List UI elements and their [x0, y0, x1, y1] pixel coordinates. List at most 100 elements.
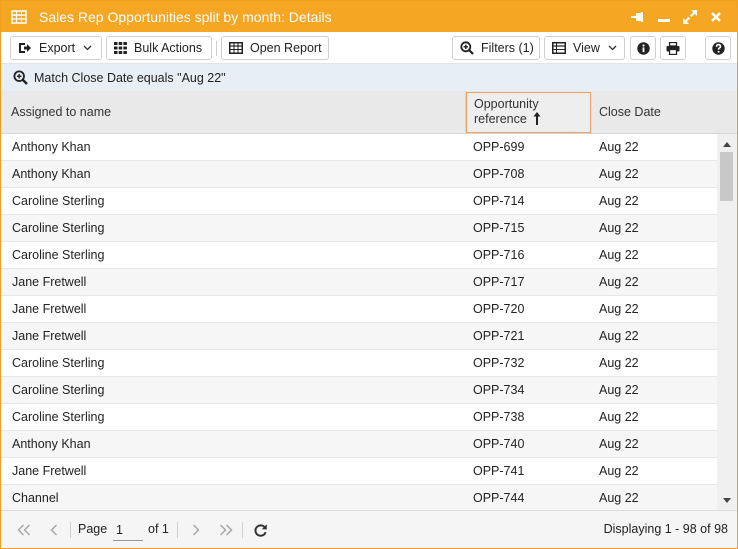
- sort-ascending-icon: [533, 111, 541, 129]
- close-icon[interactable]: [703, 1, 729, 32]
- table-row[interactable]: Anthony Khan OPP-740 Aug 22: [1, 431, 717, 458]
- opportunity-reference-cell: OPP-734: [473, 383, 525, 397]
- assigned-to-name-cell: Caroline Sterling: [12, 383, 105, 397]
- opportunity-reference-cell: OPP-741: [473, 464, 525, 478]
- chevron-down-icon: [608, 45, 617, 51]
- filters-button[interactable]: Filters (1): [452, 36, 540, 60]
- opportunity-reference-cell: OPP-716: [473, 248, 525, 262]
- table-row[interactable]: Caroline Sterling OPP-732 Aug 22: [1, 350, 717, 377]
- header-scroll-spacer: [717, 91, 737, 134]
- filters-label: Filters (1): [481, 41, 534, 55]
- table-row[interactable]: Caroline Sterling OPP-738 Aug 22: [1, 404, 717, 431]
- pager-divider: [242, 522, 243, 538]
- assigned-to-name-cell: Caroline Sterling: [12, 221, 105, 235]
- scrollbar-thumb[interactable]: [720, 152, 733, 201]
- table-row[interactable]: Jane Fretwell OPP-717 Aug 22: [1, 269, 717, 296]
- close-date-cell: Aug 22: [599, 221, 639, 235]
- column-header-label: Assigned to name: [11, 105, 112, 119]
- close-date-cell: Aug 22: [599, 140, 639, 154]
- pin-icon[interactable]: [625, 1, 651, 32]
- first-page-icon[interactable]: [15, 521, 33, 539]
- table-row[interactable]: Jane Fretwell OPP-721 Aug 22: [1, 323, 717, 350]
- close-date-cell: Aug 22: [599, 329, 639, 343]
- filter-description: Match Close Date equals "Aug 22": [34, 70, 226, 85]
- chevron-down-icon: [83, 45, 92, 51]
- assigned-to-name-cell: Caroline Sterling: [12, 410, 105, 424]
- toolbar-divider: [216, 41, 217, 56]
- info-icon: [636, 41, 650, 55]
- grid-body: Anthony Khan OPP-699 Aug 22 Anthony Khan OPP…: [1, 134, 717, 510]
- display-count-text: Displaying 1 - 98 of 98: [603, 522, 728, 536]
- column-header-opportunity-reference[interactable]: Opportunity reference: [466, 92, 591, 133]
- view-button[interactable]: View: [544, 36, 625, 60]
- refresh-icon[interactable]: [251, 521, 269, 539]
- vertical-scrollbar[interactable]: [717, 134, 737, 510]
- last-page-icon[interactable]: [217, 521, 235, 539]
- opportunity-reference-cell: OPP-744: [473, 491, 525, 505]
- opportunity-reference-cell: OPP-740: [473, 437, 525, 451]
- opportunity-reference-cell: OPP-721: [473, 329, 525, 343]
- opportunity-reference-cell: OPP-720: [473, 302, 525, 316]
- assigned-to-name-cell: Jane Fretwell: [12, 329, 87, 343]
- assigned-to-name-cell: Jane Fretwell: [12, 464, 87, 478]
- opportunity-reference-cell: OPP-732: [473, 356, 525, 370]
- next-page-icon[interactable]: [187, 521, 205, 539]
- grid-table-icon: [11, 9, 27, 25]
- page-label: Page: [78, 522, 108, 536]
- table-row[interactable]: Jane Fretwell OPP-720 Aug 22: [1, 296, 717, 323]
- title-bar[interactable]: Sales Rep Opportunities split by month: …: [1, 1, 737, 32]
- zoom-search-icon: [13, 70, 28, 85]
- assigned-to-name-cell: Channel: [12, 491, 59, 505]
- close-date-cell: Aug 22: [599, 410, 639, 424]
- assigned-to-name-cell: Caroline Sterling: [12, 194, 105, 208]
- assigned-to-name-cell: Caroline Sterling: [12, 248, 105, 262]
- print-icon: [666, 41, 680, 55]
- print-button[interactable]: [660, 36, 686, 60]
- export-button[interactable]: Export: [10, 36, 102, 60]
- active-filter-bar: Match Close Date equals "Aug 22": [1, 64, 737, 91]
- open-report-label: Open Report: [250, 41, 322, 55]
- close-date-cell: Aug 22: [599, 464, 639, 478]
- opportunity-reference-cell: OPP-714: [473, 194, 525, 208]
- grid-icon: [114, 42, 127, 54]
- column-header-label: reference: [474, 111, 527, 126]
- close-date-cell: Aug 22: [599, 437, 639, 451]
- view-label: View: [573, 41, 600, 55]
- table-row[interactable]: Caroline Sterling OPP-715 Aug 22: [1, 215, 717, 242]
- column-header-assigned-to-name[interactable]: Assigned to name: [1, 91, 466, 133]
- assigned-to-name-cell: Anthony Khan: [12, 437, 91, 451]
- previous-page-icon[interactable]: [45, 521, 63, 539]
- table-row[interactable]: Channel OPP-744 Aug 22: [1, 485, 717, 510]
- scroll-up-arrow-icon[interactable]: [717, 136, 737, 152]
- close-date-cell: Aug 22: [599, 275, 639, 289]
- help-button[interactable]: [705, 36, 731, 60]
- opportunity-reference-cell: OPP-738: [473, 410, 525, 424]
- grid-header: Assigned to name Opportunity reference C…: [1, 91, 717, 134]
- maximize-icon[interactable]: [677, 1, 703, 32]
- close-date-cell: Aug 22: [599, 383, 639, 397]
- table-row[interactable]: Jane Fretwell OPP-741 Aug 22: [1, 458, 717, 485]
- bulk-actions-button[interactable]: Bulk Actions: [106, 36, 212, 60]
- page-number-input[interactable]: [113, 519, 143, 541]
- column-header-close-date[interactable]: Close Date: [591, 91, 717, 133]
- table-row[interactable]: Caroline Sterling OPP-714 Aug 22: [1, 188, 717, 215]
- close-date-cell: Aug 22: [599, 302, 639, 316]
- table-row[interactable]: Caroline Sterling OPP-734 Aug 22: [1, 377, 717, 404]
- minimize-icon[interactable]: [651, 1, 677, 32]
- paging-toolbar: Page of 1 Displaying 1 - 98 of 98: [1, 510, 737, 548]
- scroll-down-arrow-icon[interactable]: [717, 492, 737, 508]
- table-row[interactable]: Caroline Sterling OPP-716 Aug 22: [1, 242, 717, 269]
- close-date-cell: Aug 22: [599, 356, 639, 370]
- info-button[interactable]: [630, 36, 656, 60]
- export-icon: [19, 43, 31, 53]
- open-report-button[interactable]: Open Report: [221, 36, 329, 60]
- table-row[interactable]: Anthony Khan OPP-699 Aug 22: [1, 134, 717, 161]
- table-row[interactable]: Anthony Khan OPP-708 Aug 22: [1, 161, 717, 188]
- toolbar: Export Bulk Actions Open Report Filters …: [1, 32, 737, 64]
- column-header-label: Close Date: [599, 105, 661, 119]
- report-window: Sales Rep Opportunities split by month: …: [0, 0, 738, 549]
- column-header-label: Opportunity: [474, 96, 539, 111]
- export-label: Export: [39, 41, 76, 55]
- list-view-icon: [552, 42, 566, 54]
- table-icon: [229, 42, 243, 54]
